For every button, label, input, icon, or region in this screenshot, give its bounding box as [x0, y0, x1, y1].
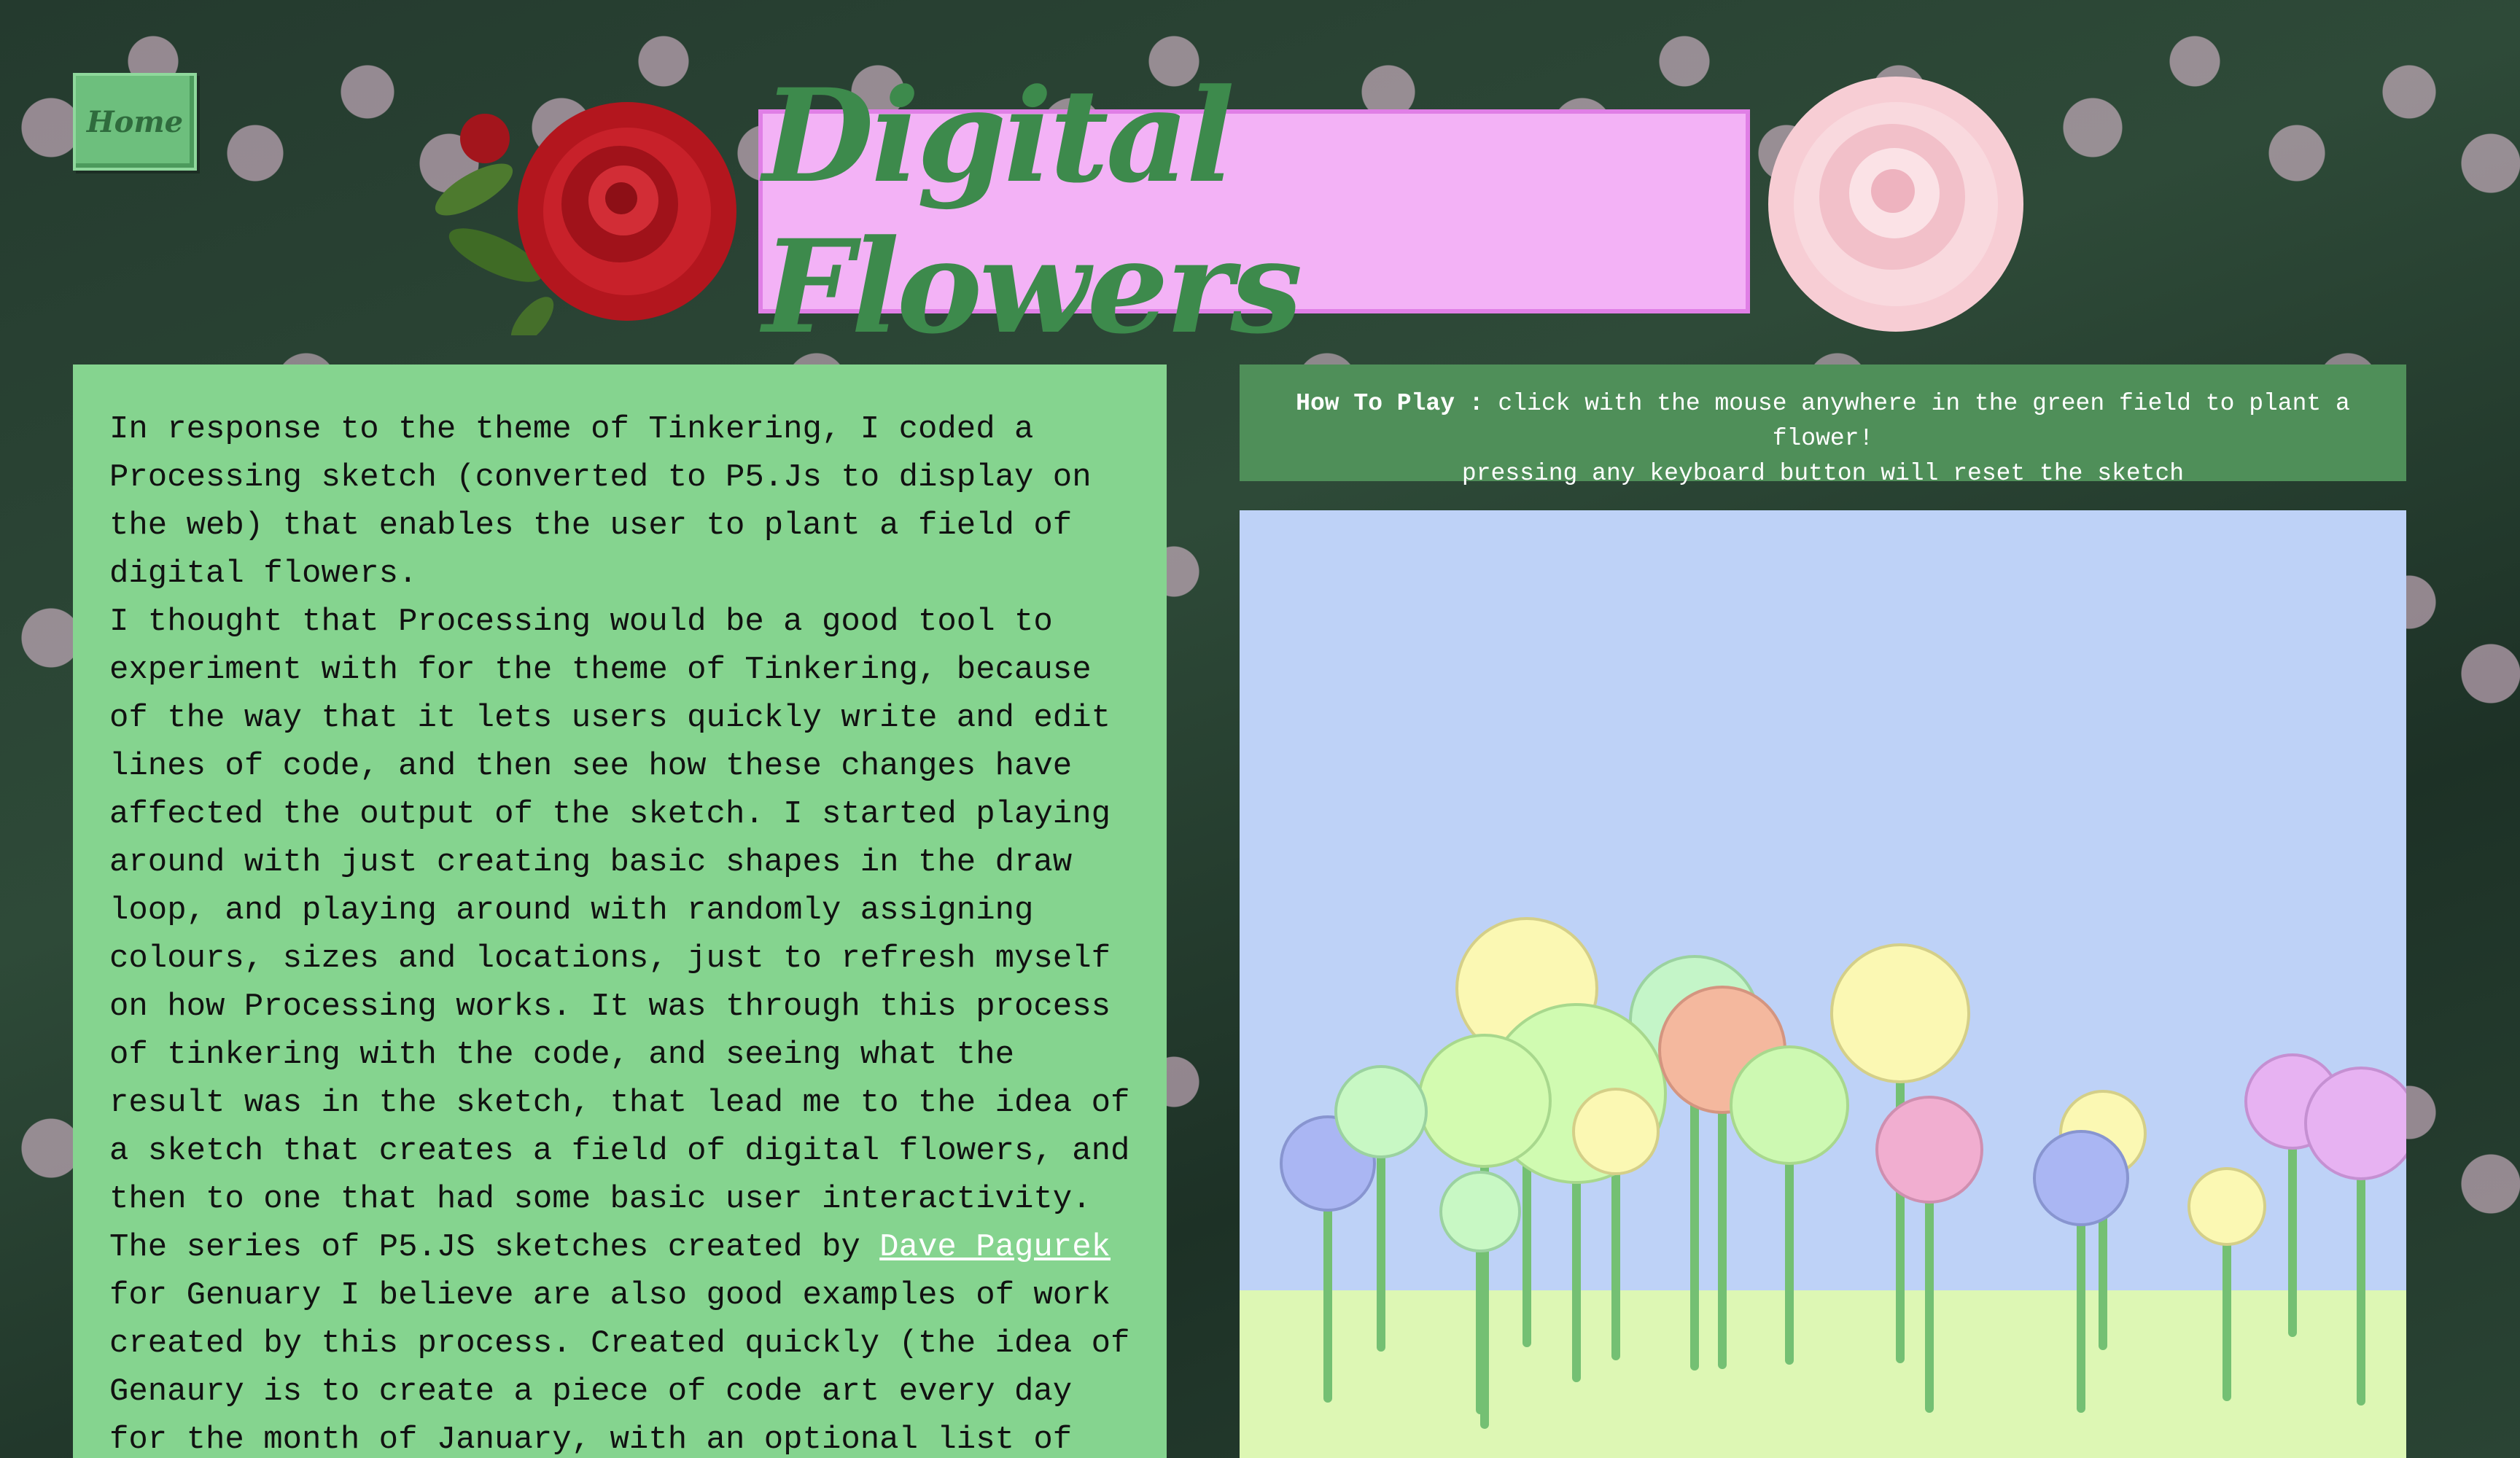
- flower-head: [2033, 1130, 2129, 1226]
- flower-head: [1875, 1096, 1983, 1204]
- about-paragraph-3: The series of P5.JS sketches created by …: [109, 1223, 1130, 1458]
- about-paragraph-3-end: for Genuary I believe are also good exam…: [109, 1277, 1130, 1458]
- flower-head: [2304, 1067, 2406, 1180]
- about-panel: In response to the theme of Tinkering, I…: [73, 364, 1167, 1458]
- how-to-play-banner: How To Play : click with the mouse anywh…: [1240, 364, 2406, 487]
- flower-head: [1572, 1088, 1660, 1175]
- title-banner: Digital Flowers: [758, 61, 1750, 362]
- how-to-play-reset-note: pressing any keyboard button will reset …: [1461, 460, 2185, 487]
- flower-head: [2188, 1167, 2266, 1246]
- how-to-play-line-1: How To Play : click with the mouse anywh…: [1254, 386, 2392, 456]
- flower-field[interactable]: [1240, 510, 2406, 1458]
- about-paragraph-1: In response to the theme of Tinkering, I…: [109, 411, 1092, 592]
- flower-head: [1418, 1034, 1552, 1168]
- red-rose-image: [435, 102, 736, 335]
- how-to-play-label: How To Play :: [1296, 390, 1484, 417]
- flower-head: [1730, 1045, 1849, 1165]
- page-title: Digital Flowers: [763, 61, 1303, 362]
- dave-pagurek-link[interactable]: Dave Pagurek: [879, 1229, 1111, 1266]
- flower-head: [1334, 1065, 1428, 1158]
- flower-head: [1439, 1171, 1521, 1252]
- home-button[interactable]: Home: [73, 73, 197, 171]
- pink-rose-image: [1768, 77, 2023, 332]
- how-to-play-instructions: click with the mouse anywhere in the gre…: [1483, 390, 2350, 452]
- about-paragraph-2: I thought that Processing would be a goo…: [109, 604, 1130, 1217]
- flower-sketch-canvas[interactable]: [1240, 510, 2406, 1458]
- about-paragraph-3-start: The series of P5.JS sketches created by: [109, 1229, 880, 1266]
- flower-head: [1830, 943, 1970, 1083]
